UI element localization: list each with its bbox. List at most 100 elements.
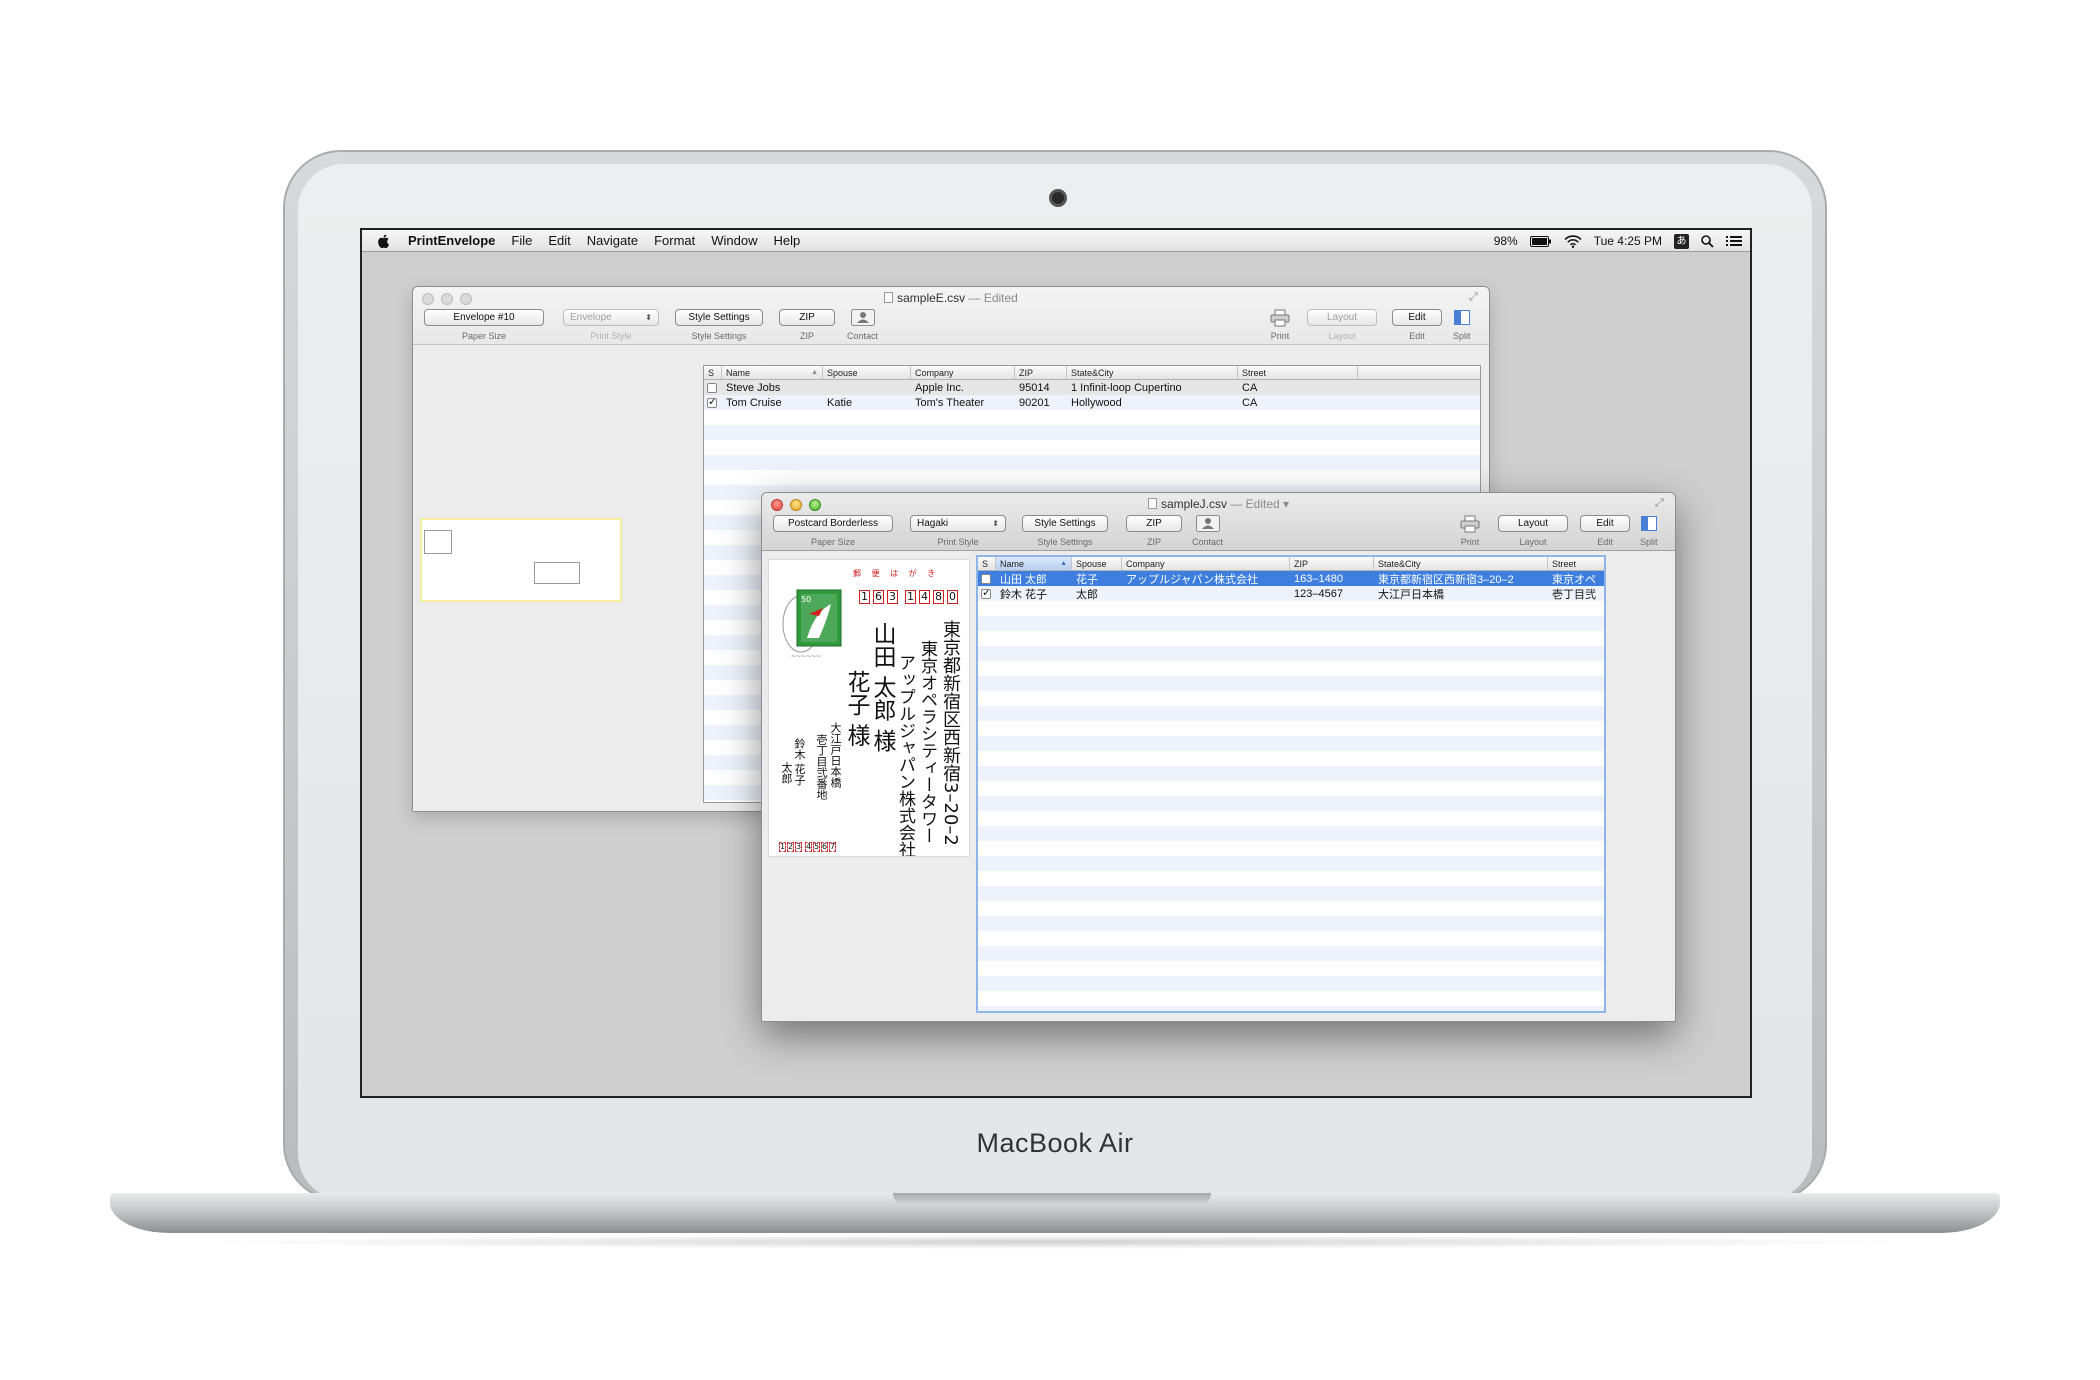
tool-layout: Layout Layout	[1307, 309, 1377, 341]
popup-arrow-icon: ⬍	[645, 313, 652, 322]
menu-edit[interactable]: Edit	[540, 233, 578, 248]
menu-extras: 98% Tue 4:25 PM あ	[1494, 230, 1742, 252]
column-header[interactable]: Spouse	[1072, 557, 1122, 570]
printer-icon[interactable]	[1460, 515, 1480, 532]
fullscreen-icon[interactable]: ⤢	[1655, 497, 1667, 509]
row-checkbox[interactable]	[981, 588, 991, 599]
sender-address-line2: 壱丁目弐番地	[815, 734, 828, 800]
layout-button[interactable]: Layout	[1498, 515, 1568, 532]
zip-caption: ZIP	[799, 331, 814, 341]
menu-help[interactable]: Help	[766, 233, 809, 248]
column-header[interactable]: Company	[1122, 557, 1290, 570]
table-row[interactable]: 山田 太郎 花子 アップルジャパン株式会社 163–1480 東京都新宿区西新宿…	[978, 571, 1604, 586]
column-header[interactable]: Street	[1238, 366, 1358, 379]
contact-icon[interactable]	[850, 309, 875, 326]
laptop-brand: MacBook Air	[976, 1128, 1134, 1158]
apple-logo-icon[interactable]	[376, 233, 392, 249]
window-titlebar[interactable]: sampleJ.csv — Edited ▾ ⤢ Postcard Border…	[762, 493, 1675, 551]
row-checkbox-cell	[704, 382, 722, 393]
sender-zip-digit: 2	[787, 842, 794, 852]
row-checkbox[interactable]	[981, 573, 991, 584]
menu-navigate[interactable]: Navigate	[579, 233, 646, 248]
zip-button[interactable]: ZIP	[779, 309, 835, 326]
input-method-icon[interactable]: あ	[1674, 233, 1689, 249]
row-checkbox[interactable]	[707, 382, 717, 393]
sender-zip-digit: 4	[805, 842, 812, 852]
battery-icon[interactable]	[1529, 235, 1552, 247]
table-row[interactable]: Tom Cruise Katie Tom's Theater 90201 Hol…	[704, 395, 1480, 410]
menu-window[interactable]: Window	[703, 233, 765, 248]
row-checkbox-cell	[978, 588, 996, 599]
address-table[interactable]: S Name ▲ Spouse Company ZIP State&City St…	[976, 555, 1606, 1013]
window-title: sampleE.csv — Edited	[413, 291, 1489, 305]
tool-print: Print	[1460, 515, 1480, 547]
split-view-icon[interactable]	[1453, 309, 1470, 326]
column-header[interactable]: Name ▲	[996, 557, 1072, 570]
column-header[interactable]: Street	[1548, 557, 1604, 570]
column-header[interactable]: S	[978, 557, 996, 570]
window-sampleJ[interactable]: sampleJ.csv — Edited ▾ ⤢ Postcard Border…	[761, 492, 1676, 1022]
column-header[interactable]: ZIP	[1015, 366, 1067, 379]
fullscreen-icon[interactable]: ⤢	[1469, 291, 1481, 303]
style-settings-caption: Style Settings	[1037, 537, 1093, 547]
cell-name: Tom Cruise	[726, 396, 782, 409]
table-row[interactable]: Steve Jobs Apple Inc. 95014 1 Infinit-lo…	[704, 380, 1480, 395]
window-title: sampleJ.csv — Edited ▾	[762, 497, 1675, 511]
menu-bar: PrintEnvelope File Edit Navigate Format …	[362, 230, 1750, 252]
tool-zip: ZIP ZIP	[779, 309, 835, 341]
column-header[interactable]: S	[704, 366, 722, 379]
window-titlebar[interactable]: sampleE.csv — Edited ⤢ Envelope #10 Pape…	[413, 287, 1489, 345]
column-header[interactable]: Name ▲	[722, 366, 823, 379]
edit-button[interactable]: Edit	[1392, 309, 1442, 326]
print-caption: Print	[1460, 537, 1480, 547]
return-address-block	[424, 530, 452, 554]
edit-button[interactable]: Edit	[1580, 515, 1630, 532]
cell-street: 東京オペ	[1552, 573, 1596, 586]
column-header[interactable]: Spouse	[823, 366, 911, 379]
column-header[interactable]: Company	[911, 366, 1015, 379]
contact-icon[interactable]	[1195, 515, 1220, 532]
menu-clock[interactable]: Tue 4:25 PM	[1594, 234, 1662, 248]
column-header[interactable]: State&City	[1374, 557, 1548, 570]
edited-indicator[interactable]: — Edited ▾	[1230, 497, 1289, 511]
row-checkbox[interactable]	[707, 397, 717, 408]
spotlight-search-icon[interactable]	[1701, 234, 1714, 248]
table-header: S Name ▲ Spouse Company ZIP State&City St…	[704, 366, 1480, 380]
window-title-text: sampleE.csv	[897, 291, 966, 305]
menu-format[interactable]: Format	[646, 233, 703, 248]
paper-size-button[interactable]: Envelope #10	[424, 309, 544, 326]
tool-style-settings: Style Settings Style Settings	[675, 309, 763, 341]
cell-spouse: Katie	[827, 396, 853, 409]
tool-zip: ZIP ZIP	[1126, 515, 1182, 547]
print-style-popup[interactable]: Envelope ⬍	[563, 309, 659, 326]
zip-button[interactable]: ZIP	[1126, 515, 1182, 532]
menu-app-name[interactable]: PrintEnvelope	[400, 233, 503, 248]
style-settings-button[interactable]: Style Settings	[675, 309, 763, 326]
paper-size-button[interactable]: Postcard Borderless	[773, 515, 893, 532]
layout-button[interactable]: Layout	[1307, 309, 1377, 326]
style-settings-button[interactable]: Style Settings	[1022, 515, 1108, 532]
column-header[interactable]: ZIP	[1290, 557, 1374, 570]
tool-paper-size: Postcard Borderless Paper Size	[773, 515, 893, 547]
printer-icon[interactable]	[1270, 309, 1290, 326]
battery-percent[interactable]: 98%	[1494, 234, 1518, 248]
cell-city: 東京都新宿区西新宿3–20–2	[1378, 573, 1514, 586]
split-view-icon[interactable]	[1640, 515, 1657, 532]
print-style-popup[interactable]: Hagaki ⬍	[910, 515, 1006, 532]
print-caption: Print	[1270, 331, 1290, 341]
cell-zip: 123–4567	[1294, 587, 1343, 600]
sort-ascending-icon: ▲	[811, 369, 818, 376]
postcard-preview[interactable]: 50 ~~~~~~ 郵 便 は が き 1 6 3 1 4 8 0 東京都新宿区…	[768, 559, 970, 857]
sender-zip-digit: 1	[779, 842, 786, 852]
table-row[interactable]: 鈴木 花子 太郎 123–4567 大江戸日本橋 壱丁目弐	[978, 586, 1604, 601]
menu-file[interactable]: File	[503, 233, 540, 248]
cell-name: 山田 太郎	[1000, 573, 1048, 586]
style-settings-caption: Style Settings	[691, 331, 747, 341]
envelope-preview[interactable]	[420, 518, 622, 602]
tool-style-settings: Style Settings Style Settings	[1022, 515, 1108, 547]
column-header[interactable]: State&City	[1067, 366, 1238, 379]
paper-size-caption: Paper Size	[810, 537, 856, 547]
notification-center-icon[interactable]	[1726, 235, 1742, 247]
wifi-icon[interactable]	[1564, 234, 1582, 248]
sender-zip-digit: 7	[829, 842, 836, 852]
